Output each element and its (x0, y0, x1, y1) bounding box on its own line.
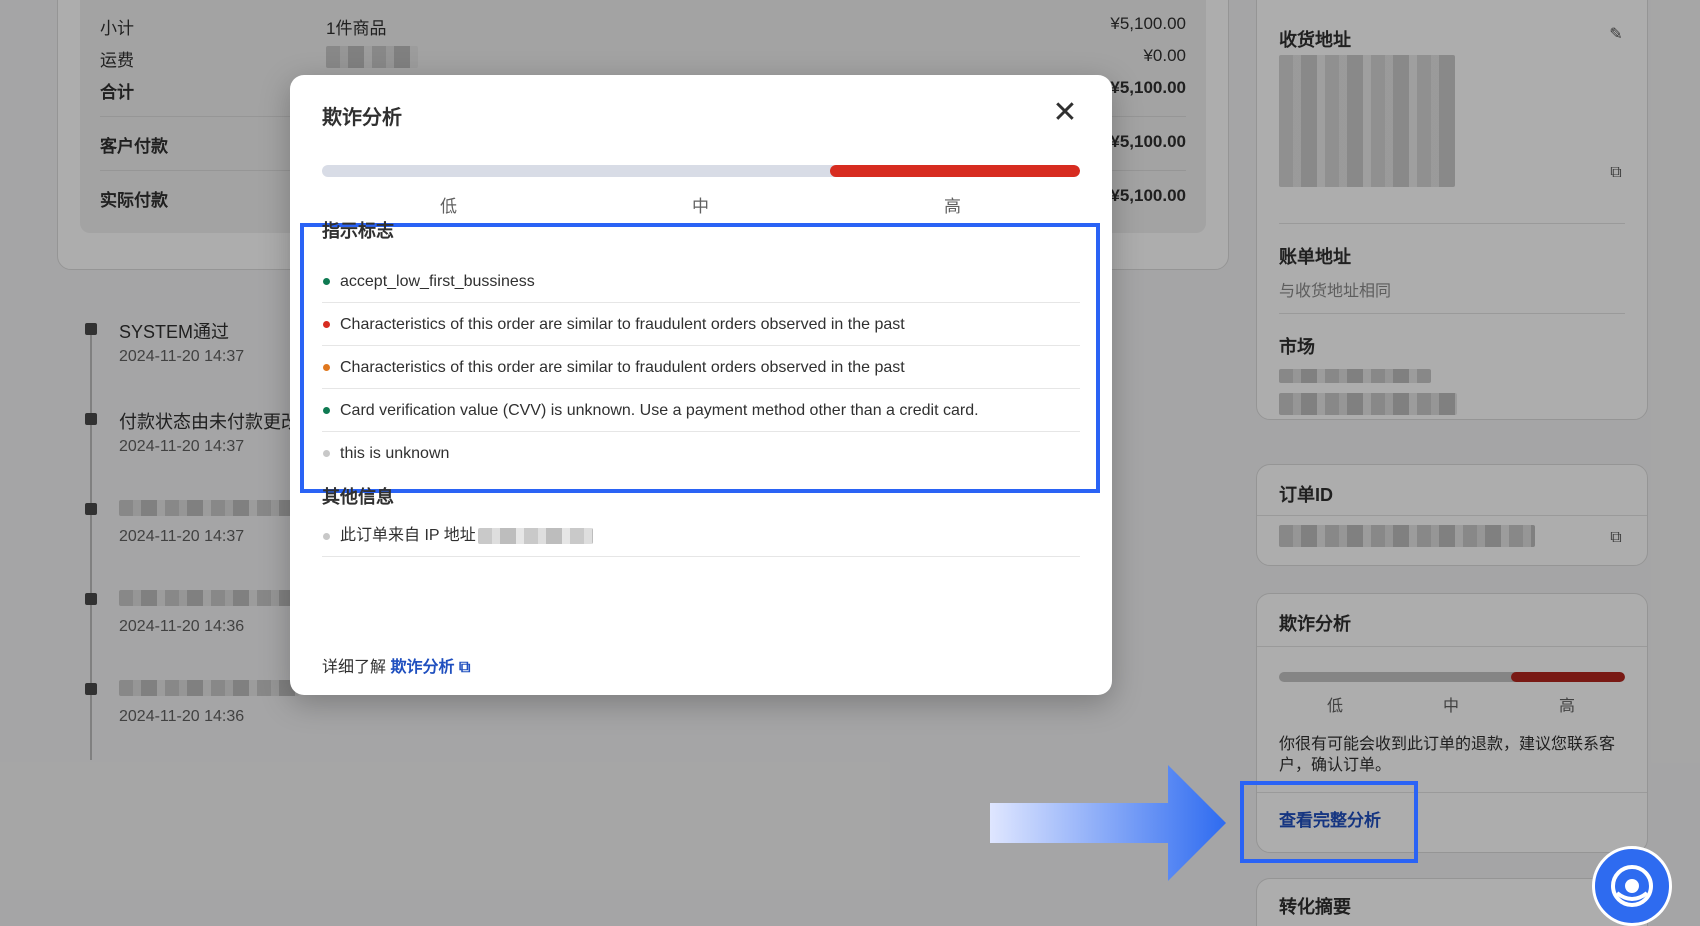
indicator-item: Characteristics of this order are simila… (322, 303, 1080, 346)
indicator-item: Card verification value (CVV) is unknown… (322, 389, 1080, 432)
fraud-analysis-link-text: 欺诈分析 (390, 659, 455, 676)
fraud-analysis-link[interactable]: 欺诈分析 ⧉ (390, 659, 470, 676)
other-info-list: 此订单来自 IP 地址 (322, 515, 1080, 557)
status-dot (323, 407, 330, 414)
ip-label: 此订单来自 IP 地址 (340, 527, 476, 544)
indicator-text: Characteristics of this order are simila… (340, 316, 905, 333)
status-dot (323, 278, 330, 285)
fraud-risk-fill (829, 165, 1080, 177)
status-dot (323, 321, 330, 328)
other-info-title: 其他信息 (322, 487, 394, 507)
ip-row: 此订单来自 IP 地址 (322, 515, 1080, 557)
external-link-icon: ⧉ (458, 659, 471, 676)
status-dot (323, 364, 330, 371)
indicator-text: accept_low_first_bussiness (340, 273, 535, 290)
level-high: 高 (944, 197, 961, 216)
support-chat-button[interactable] (1592, 846, 1672, 926)
indicator-item: accept_low_first_bussiness (322, 260, 1080, 303)
level-medium: 中 (692, 197, 709, 216)
level-low: 低 (440, 197, 457, 216)
support-chat-icon (1611, 865, 1653, 907)
indicator-text: this is unknown (340, 445, 450, 462)
learn-more: 详细了解 欺诈分析 ⧉ (322, 653, 470, 677)
indicator-text: Characteristics of this order are simila… (340, 359, 905, 376)
fraud-risk-bar (322, 165, 1080, 177)
ip-redacted (477, 527, 593, 544)
indicator-item: Characteristics of this order are simila… (322, 346, 1080, 389)
indicators-list: accept_low_first_bussiness Characteristic… (322, 260, 1080, 475)
status-dot (323, 533, 330, 540)
learn-prefix: 详细了解 (322, 659, 387, 676)
annotation-highlight-box (1240, 781, 1418, 863)
close-icon[interactable]: ✕ (1050, 98, 1080, 129)
indicator-item: this is unknown (322, 432, 1080, 475)
indicators-title: 指示标志 (322, 221, 394, 241)
indicator-text: Card verification value (CVV) is unknown… (340, 402, 979, 419)
modal-title: 欺诈分析 (322, 107, 402, 129)
fraud-analysis-modal: 欺诈分析 ✕ 低 中 高 指示标志 accept_low_first_bussi… (290, 75, 1112, 695)
annotation-arrow (990, 765, 1226, 881)
status-dot (323, 450, 330, 457)
